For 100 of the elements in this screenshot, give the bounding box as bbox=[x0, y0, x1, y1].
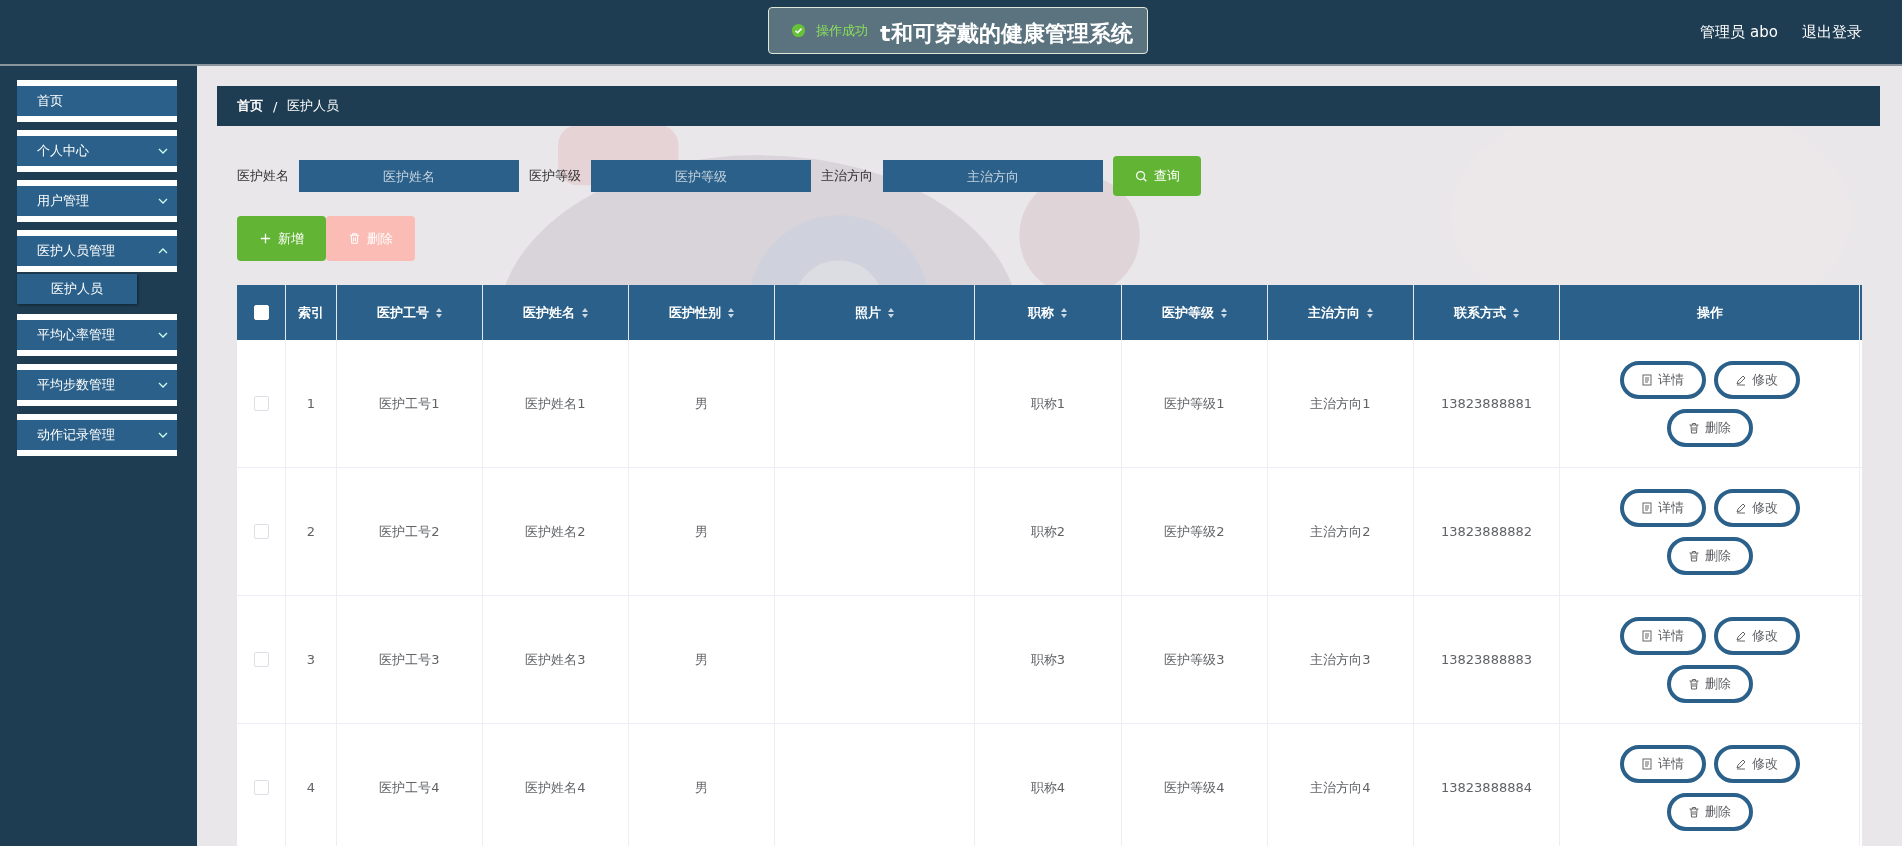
sort-icon[interactable] bbox=[1219, 306, 1228, 319]
delete-button[interactable]: 删除 bbox=[1666, 408, 1753, 447]
column-header: 职称 bbox=[1028, 303, 1054, 322]
menu-item[interactable]: 用户管理 bbox=[17, 180, 177, 222]
site-title: t和可穿戴的健康管理系统 bbox=[880, 20, 1133, 48]
table-cell: 医护等级3 bbox=[1164, 650, 1225, 669]
sort-icon[interactable] bbox=[580, 306, 589, 319]
document-icon bbox=[1641, 629, 1653, 642]
table-cell: 医护姓名3 bbox=[525, 650, 586, 669]
row-checkbox[interactable] bbox=[253, 652, 269, 667]
pencil-icon bbox=[1735, 629, 1747, 642]
table-cell: 主治方向1 bbox=[1310, 394, 1371, 413]
table-cell: 医护姓名4 bbox=[525, 778, 586, 797]
breadcrumb-item: 医护人员 bbox=[287, 97, 340, 115]
sort-icon[interactable] bbox=[1365, 306, 1374, 319]
row-checkbox[interactable] bbox=[253, 780, 269, 795]
table-cell: 男 bbox=[695, 778, 708, 797]
menu-item[interactable]: 医护人员管理 bbox=[17, 230, 177, 272]
sort-icon[interactable] bbox=[434, 306, 443, 319]
table-cell: 医护等级2 bbox=[1164, 522, 1225, 541]
trash-icon bbox=[1688, 677, 1700, 690]
document-icon bbox=[1641, 501, 1653, 514]
user-name: 管理员 abo bbox=[1700, 22, 1778, 42]
breadcrumb-item[interactable]: 首页 bbox=[237, 97, 263, 115]
table-cell: 13823888882 bbox=[1441, 524, 1532, 539]
table-cell: 13823888884 bbox=[1441, 780, 1532, 795]
detail-button[interactable]: 详情 bbox=[1619, 360, 1706, 399]
row-checkbox[interactable] bbox=[253, 396, 269, 411]
table-cell: 4 bbox=[306, 780, 316, 795]
table-cell: 1 bbox=[306, 396, 316, 411]
pencil-icon bbox=[1735, 501, 1747, 514]
column-header: 医护姓名 bbox=[522, 303, 575, 322]
trash-icon bbox=[1688, 549, 1700, 562]
menu-item[interactable]: 平均步数管理 bbox=[17, 364, 177, 406]
table-cell: 3 bbox=[306, 652, 316, 667]
table-cell: 男 bbox=[695, 394, 708, 413]
column-header: 索引 bbox=[298, 303, 324, 322]
trash-icon bbox=[1688, 421, 1700, 434]
edit-button[interactable]: 修改 bbox=[1713, 488, 1800, 527]
field-label: 医护姓名 bbox=[237, 167, 289, 185]
pencil-icon bbox=[1735, 757, 1747, 770]
table-cell: 主治方向2 bbox=[1310, 522, 1371, 541]
table-cell: 医护工号3 bbox=[379, 650, 440, 669]
table-cell: 13823888883 bbox=[1441, 652, 1532, 667]
success-icon bbox=[791, 23, 806, 38]
delete-button[interactable]: 删除 bbox=[1666, 664, 1753, 703]
field-label: 医护等级 bbox=[529, 167, 581, 185]
column-header: 照片 bbox=[854, 303, 881, 322]
menu-item[interactable]: 动作记录管理 bbox=[17, 414, 177, 456]
toast-message: 操作成功 bbox=[816, 21, 868, 40]
table-cell: 职称2 bbox=[1030, 522, 1066, 541]
table-cell: 2 bbox=[306, 524, 316, 539]
edit-button[interactable]: 修改 bbox=[1713, 360, 1800, 399]
detail-button[interactable]: 详情 bbox=[1619, 616, 1706, 655]
table-cell: 医护等级1 bbox=[1164, 394, 1225, 413]
table-cell: 医护等级4 bbox=[1164, 778, 1225, 797]
row-checkbox[interactable] bbox=[253, 524, 269, 539]
sort-icon[interactable] bbox=[886, 306, 895, 319]
table-cell: 13823888881 bbox=[1441, 396, 1532, 411]
submenu-item[interactable]: 医护人员 bbox=[17, 274, 137, 304]
trash-icon bbox=[348, 232, 361, 245]
table-cell: 职称3 bbox=[1030, 650, 1066, 669]
sort-icon[interactable] bbox=[726, 306, 735, 319]
menu-item[interactable]: 个人中心 bbox=[17, 130, 177, 172]
plus-icon bbox=[259, 232, 272, 245]
field-label: 主治方向 bbox=[821, 167, 873, 185]
select-all-checkbox[interactable] bbox=[253, 305, 269, 320]
table-cell: 医护姓名1 bbox=[525, 394, 586, 413]
breadcrumb-separator: / bbox=[273, 98, 278, 114]
table-cell: 医护工号2 bbox=[379, 522, 440, 541]
column-header: 医护性别 bbox=[668, 303, 721, 322]
column-header: 主治方向 bbox=[1307, 303, 1360, 322]
edit-button[interactable]: 修改 bbox=[1713, 744, 1800, 783]
table-cell: 医护姓名2 bbox=[525, 522, 586, 541]
search-icon bbox=[1134, 169, 1148, 183]
document-icon bbox=[1641, 373, 1653, 386]
search-field[interactable]: 医护姓名 bbox=[299, 160, 519, 192]
detail-button[interactable]: 详情 bbox=[1619, 744, 1706, 783]
search-field[interactable]: 医护等级 bbox=[591, 160, 811, 192]
pencil-icon bbox=[1735, 373, 1747, 386]
table-cell: 医护工号1 bbox=[379, 394, 440, 413]
column-header: 操作 bbox=[1696, 303, 1723, 322]
document-icon bbox=[1641, 757, 1653, 770]
delete-button[interactable]: 删除 bbox=[1666, 536, 1753, 575]
table-cell: 主治方向3 bbox=[1310, 650, 1371, 669]
edit-button[interactable]: 修改 bbox=[1713, 616, 1800, 655]
column-header: 医护工号 bbox=[376, 303, 429, 322]
trash-icon bbox=[1688, 805, 1700, 818]
detail-button[interactable]: 详情 bbox=[1619, 488, 1706, 527]
sort-icon[interactable] bbox=[1060, 306, 1068, 319]
search-field[interactable]: 主治方向 bbox=[883, 160, 1103, 192]
menu-item[interactable]: 平均心率管理 bbox=[17, 314, 177, 356]
delete-button[interactable]: 删除 bbox=[1666, 792, 1753, 831]
menu-item[interactable]: 首页 bbox=[17, 80, 177, 122]
column-header: 联系方式 bbox=[1453, 303, 1506, 322]
sort-icon[interactable] bbox=[1511, 306, 1520, 319]
table-cell: 男 bbox=[695, 522, 708, 541]
logout-link[interactable]: 退出登录 bbox=[1802, 22, 1862, 42]
table-cell: 男 bbox=[695, 650, 708, 669]
column-header: 医护等级 bbox=[1161, 303, 1214, 322]
